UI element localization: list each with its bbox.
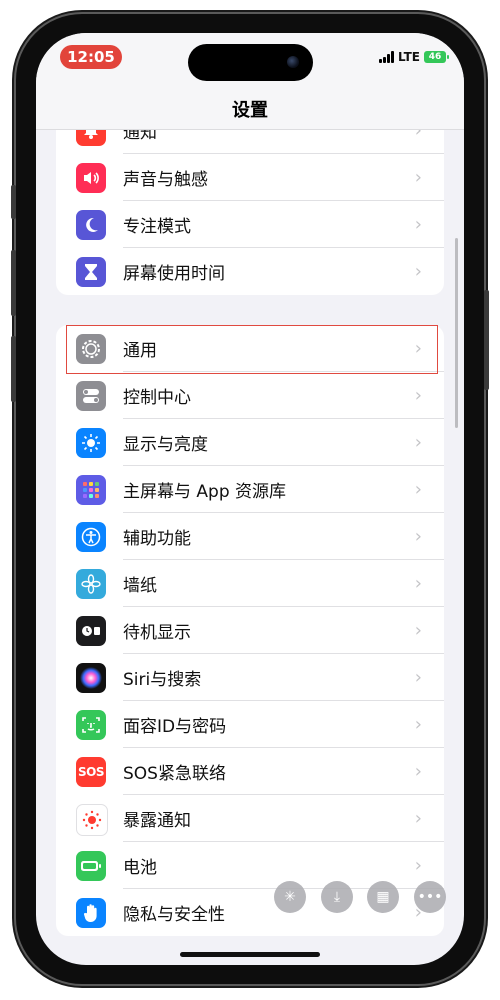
settings-row-label: 暴露通知 (123, 811, 191, 831)
settings-row-label: 声音与触感 (123, 170, 208, 190)
chevron-right-icon: › (414, 526, 422, 547)
status-indicators: LTE 46 (378, 50, 449, 64)
settings-row-label: 面容ID与密码 (123, 717, 227, 737)
settings-row[interactable]: 主屏幕与 App 资源库 › (56, 466, 444, 513)
power-button (484, 290, 489, 390)
camera-icon (287, 56, 299, 68)
screen: 12:05 LTE 46 设置 通知 › 声音与触感 › 专注模式 › 屏幕使用时间 › 通用… (36, 33, 464, 965)
settings-group-1: 通知 › 声音与触感 › 专注模式 › 屏幕使用时间 › (56, 107, 444, 295)
chevron-right-icon: › (414, 261, 422, 282)
settings-row[interactable]: SOS SOS紧急联络 › (56, 748, 444, 795)
sos-icon-text: SOS (78, 765, 105, 779)
settings-row[interactable]: 专注模式 › (56, 201, 444, 248)
settings-row-label: 屏幕使用时间 (123, 264, 225, 284)
settings-row-label: Siri与搜索 (123, 670, 202, 690)
home-indicator[interactable] (180, 952, 320, 957)
speaker-icon (76, 163, 106, 193)
settings-row-label: 墙纸 (123, 576, 157, 596)
chevron-right-icon: › (414, 667, 422, 688)
standby-icon (76, 616, 106, 646)
chevron-right-icon: › (414, 214, 422, 235)
settings-group-2: 通用 › 控制中心 › 显示与亮度 › 主屏幕与 App 资源库 › 辅助功能 › 墙纸 › 待机显示 ›… (56, 325, 444, 936)
volume-up-button (11, 250, 16, 316)
page-title: 设置 (232, 100, 268, 121)
chevron-right-icon: › (414, 479, 422, 500)
nav-bar: 12:05 LTE 46 设置 (36, 33, 464, 130)
chevron-right-icon: › (414, 855, 422, 876)
settings-row[interactable]: 暴露通知 › (56, 795, 444, 842)
status-time[interactable]: 12:05 (60, 45, 122, 69)
settings-row[interactable]: 声音与触感 › (56, 154, 444, 201)
scrollbar[interactable] (455, 238, 458, 428)
chevron-right-icon: › (414, 432, 422, 453)
exposure-icon (76, 804, 108, 836)
battery-icon (76, 851, 106, 881)
download-icon[interactable]: ⤓ (321, 881, 353, 913)
highlight-box (66, 325, 438, 374)
settings-row-label: 控制中心 (123, 388, 191, 408)
chevron-right-icon: › (414, 761, 422, 782)
settings-row[interactable]: 控制中心 › (56, 372, 444, 419)
action-button (11, 185, 16, 219)
siri-icon (76, 663, 106, 693)
hand-icon (76, 898, 106, 928)
chevron-right-icon: › (414, 167, 422, 188)
chevron-right-icon: › (414, 573, 422, 594)
sun-icon (76, 428, 106, 458)
chevron-right-icon: › (414, 808, 422, 829)
toggles-icon (76, 381, 106, 411)
settings-row[interactable]: 屏幕使用时间 › (56, 248, 444, 295)
settings-row[interactable]: 待机显示 › (56, 607, 444, 654)
app-grid-icon (76, 475, 106, 505)
settings-row-label: 专注模式 (123, 217, 191, 237)
accessibility-icon (76, 522, 106, 552)
settings-row[interactable]: 墙纸 › (56, 560, 444, 607)
settings-row[interactable]: 辅助功能 › (56, 513, 444, 560)
battery-level: 46 (428, 52, 442, 62)
settings-row-label: 主屏幕与 App 资源库 (123, 482, 287, 502)
volume-down-button (11, 336, 16, 402)
settings-row-label: 隐私与安全性 (123, 905, 225, 925)
settings-row-label: 待机显示 (123, 623, 191, 643)
settings-row[interactable]: 面容ID与密码 › (56, 701, 444, 748)
more-icon[interactable]: ••• (414, 881, 446, 913)
chevron-right-icon: › (414, 620, 422, 641)
settings-row[interactable]: 显示与亮度 › (56, 419, 444, 466)
hourglass-icon (76, 257, 106, 287)
settings-row-label: 电池 (123, 858, 157, 878)
network-type: LTE (397, 50, 420, 64)
grid-icon[interactable]: ▦ (367, 881, 399, 913)
dynamic-island (188, 44, 313, 81)
assistive-sparkle-icon[interactable]: ✳ (274, 881, 306, 913)
cellular-signal-icon (378, 51, 394, 63)
battery-icon: 46 (424, 51, 449, 63)
moon-icon (76, 210, 106, 240)
settings-row-label: 显示与亮度 (123, 435, 208, 455)
settings-row[interactable]: Siri与搜索 › (56, 654, 444, 701)
faceid-icon (76, 710, 106, 740)
chevron-right-icon: › (414, 385, 422, 406)
sos-icon: SOS (76, 757, 106, 787)
settings-row-label: SOS紧急联络 (123, 764, 226, 784)
settings-row-label: 辅助功能 (123, 529, 191, 549)
chevron-right-icon: › (414, 714, 422, 735)
flower-icon (76, 569, 106, 599)
